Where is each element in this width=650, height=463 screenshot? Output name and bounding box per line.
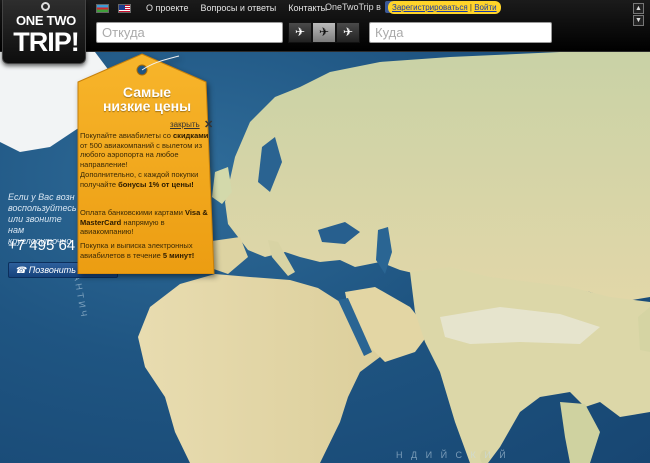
support-line: или звоните нам (8, 214, 62, 235)
promo-text: от 500 авиакомпаний с вылетом из любого … (80, 140, 203, 169)
promo-paragraph: Покупайте авиабилеты со скидками от 500 … (80, 131, 216, 169)
header: О проекте Вопросы и ответы Контакты OneT… (0, 0, 650, 52)
social-block: OneTwoTrip в f (325, 1, 397, 13)
logo[interactable]: ONE TWO TRIP! (2, 0, 86, 64)
social-label: OneTwoTrip в (325, 2, 381, 12)
promo-paragraph: Дополнительно, с каждой покупки получайт… (80, 170, 216, 189)
az-flag-icon[interactable] (96, 3, 109, 13)
trip-mode-switch: ✈ ✈ ✈ (288, 22, 360, 43)
phone-icon: ☎ (15, 265, 29, 275)
from-input[interactable]: Откуда (96, 22, 283, 43)
nav-contacts[interactable]: Контакты (288, 3, 327, 13)
promo-close-link[interactable]: закрыть (170, 120, 200, 129)
logo-line1: ONE TWO (15, 13, 76, 28)
promo-bold: бонусы 1% от цены! (118, 179, 194, 189)
promo-paragraph: Покупка и выписка электронных авиабилето… (80, 241, 216, 260)
logo-ring-icon (41, 2, 50, 11)
promo-title: Самые низкие цены (74, 85, 220, 113)
promo-title-line: низкие цены (102, 98, 192, 114)
scroll-down-icon[interactable]: ▼ (633, 15, 644, 26)
register-link[interactable]: Зарегистрироваться (392, 3, 468, 12)
auth-box: Зарегистрироваться | Войти (388, 1, 501, 14)
promo-text: Оплата банковскими картами (80, 208, 185, 217)
support-line: воспользуйтесь (8, 203, 77, 213)
us-flag-icon[interactable] (118, 3, 131, 13)
promo-bold: 5 минут! (162, 250, 195, 260)
promo-bold: скидками (173, 131, 209, 140)
support-line: Если у Вас возн (8, 192, 75, 202)
promo-text: Покупайте авиабилеты со (80, 131, 174, 140)
nav-faq[interactable]: Вопросы и ответы (200, 3, 276, 13)
top-nav: О проекте Вопросы и ответы Контакты (96, 1, 339, 15)
promo-paragraph: Оплата банковскими картами Visa & Master… (80, 208, 216, 237)
scroll-up-icon[interactable]: ▲ (633, 3, 644, 14)
to-input[interactable]: Куда (369, 22, 552, 43)
close-icon[interactable]: ✕ (204, 118, 213, 131)
plane-multi-icon[interactable]: ✈ (312, 22, 336, 43)
plane-return-icon[interactable]: ✈ (336, 22, 360, 43)
call-button-label: Позвонить (28, 265, 77, 275)
nav-about[interactable]: О проекте (146, 3, 188, 13)
login-link[interactable]: Войти (474, 3, 496, 12)
ocean-label-indian: Н Д И Й С К И Й (396, 450, 509, 460)
promo-title-line: Самые (122, 84, 172, 100)
plane-icon[interactable]: ✈ (288, 22, 312, 43)
logo-line2: TRIP! (13, 27, 80, 57)
support-phone: +7 495 64 (8, 237, 76, 254)
